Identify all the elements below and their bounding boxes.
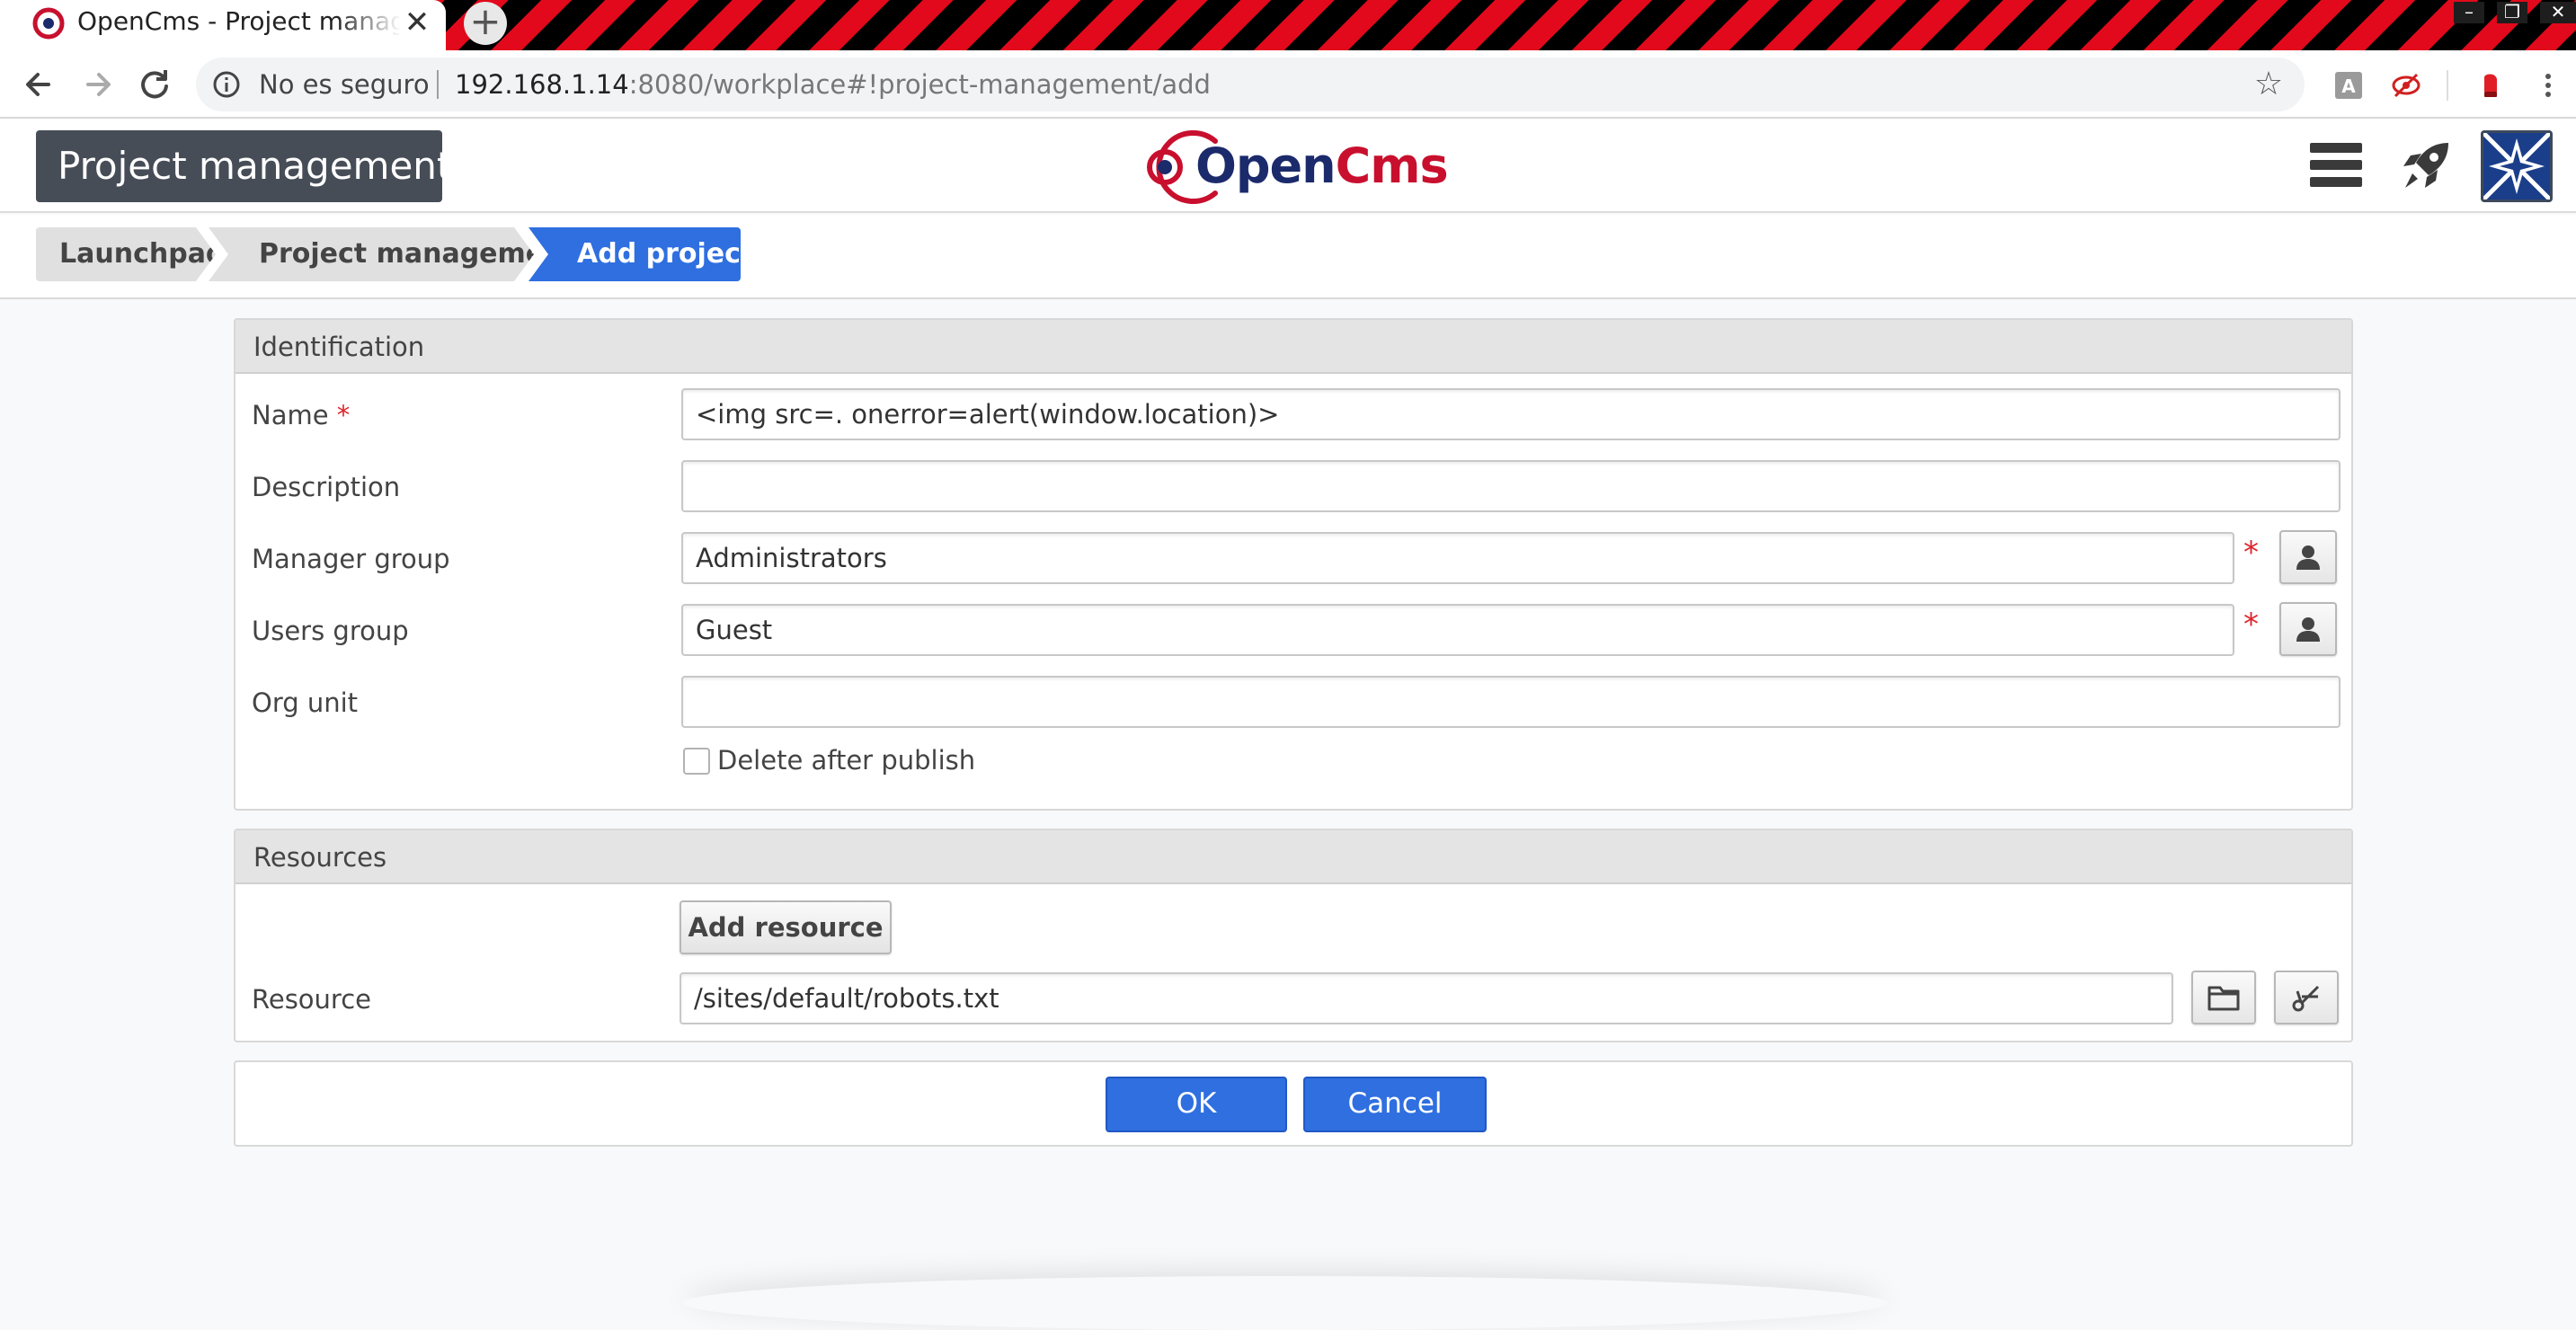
url-host: 192.168.1.14 xyxy=(455,69,629,100)
address-bar[interactable]: No es seguro 192.168.1.14:8080/workplace… xyxy=(196,58,2305,111)
opencms-favicon-icon xyxy=(32,7,65,40)
rocket-launchpad-icon[interactable] xyxy=(2396,137,2454,195)
breadcrumb-launchpad[interactable]: Launchpad xyxy=(36,227,216,281)
delete-after-publish-checkbox[interactable] xyxy=(683,748,710,775)
privacy-extension-icon[interactable] xyxy=(2391,70,2421,101)
bottom-shadow xyxy=(683,1276,1888,1330)
manager-group-input[interactable]: Administrators xyxy=(681,532,2234,584)
back-arrow-icon[interactable] xyxy=(16,63,59,106)
window-close-button[interactable]: ✕ xyxy=(2540,2,2576,23)
new-tab-button[interactable]: + xyxy=(464,2,507,45)
users-group-required-marker: * xyxy=(2243,607,2259,643)
app-title: Project management xyxy=(36,130,451,202)
omnibox-divider xyxy=(437,70,439,99)
ok-button[interactable]: OK xyxy=(1106,1077,1287,1132)
browser-toolbar: No es seguro 192.168.1.14:8080/workplace… xyxy=(0,50,2576,119)
svg-text:A: A xyxy=(2341,75,2356,97)
remove-resource-button[interactable] xyxy=(2274,971,2339,1024)
scissors-icon xyxy=(2292,985,2320,1012)
resource-path-input[interactable]: /sites/default/robots.txt xyxy=(680,972,2173,1024)
tab-close-icon[interactable]: ✕ xyxy=(401,7,433,40)
reload-icon[interactable] xyxy=(133,63,176,106)
resources-panel: Resources Add resource Resource /sites/d… xyxy=(234,829,2353,1042)
users-group-picker-button[interactable] xyxy=(2279,602,2337,656)
svg-text:OpenCms: OpenCms xyxy=(1195,137,1448,194)
url-text[interactable]: 192.168.1.14:8080/workplace#!project-man… xyxy=(455,66,1211,102)
breadcrumb: Launchpad Project management Add project xyxy=(0,215,2576,299)
identification-panel: Identification Name * <img src=. onerror… xyxy=(234,318,2353,811)
folder-icon xyxy=(2207,986,2240,1011)
users-group-label: Users group xyxy=(252,616,409,646)
manager-group-required-marker: * xyxy=(2243,535,2259,571)
user-icon xyxy=(2296,617,2320,642)
opencms-logo[interactable]: OpenCms xyxy=(1138,127,1452,208)
window-minimize-button[interactable]: – xyxy=(2454,2,2484,23)
name-input[interactable]: <img src=. onerror=alert(window.location… xyxy=(681,388,2341,440)
name-label-text: Name xyxy=(252,400,329,430)
info-icon[interactable] xyxy=(212,70,241,99)
browse-folder-button[interactable] xyxy=(2191,971,2256,1024)
tab-title: OpenCms - Project management xyxy=(77,6,401,36)
action-bar: OK Cancel xyxy=(234,1060,2353,1147)
resource-label: Resource xyxy=(252,984,371,1015)
resources-heading: Resources xyxy=(235,830,2351,884)
url-path: :8080/workplace#!project-management/add xyxy=(628,69,1211,100)
user-avatar-icon[interactable] xyxy=(2481,130,2553,202)
hamburger-menu-icon[interactable] xyxy=(2308,137,2364,193)
name-label: Name * xyxy=(252,397,350,433)
forward-arrow-icon[interactable] xyxy=(77,63,120,106)
description-label: Description xyxy=(252,472,401,502)
manager-group-label: Manager group xyxy=(252,544,450,574)
org-unit-label: Org unit xyxy=(252,687,359,718)
users-group-input[interactable]: Guest xyxy=(681,604,2234,656)
cancel-button[interactable]: Cancel xyxy=(1303,1077,1487,1132)
browser-menu-icon[interactable] xyxy=(2533,70,2563,101)
app-header: Project management OpenCms xyxy=(0,120,2576,213)
breadcrumb-project-management[interactable]: Project management xyxy=(209,227,534,281)
name-required-marker: * xyxy=(336,400,351,430)
window-restore-button[interactable]: ❐ xyxy=(2497,2,2527,23)
user-icon xyxy=(2296,545,2320,570)
description-input[interactable] xyxy=(681,460,2341,512)
delete-after-publish-label[interactable]: Delete after publish xyxy=(717,742,975,778)
browser-tab[interactable]: OpenCms - Project management ✕ xyxy=(0,0,446,50)
extension-divider xyxy=(2447,70,2448,101)
add-resource-button[interactable]: Add resource xyxy=(680,900,892,954)
security-status[interactable]: No es seguro xyxy=(259,66,430,102)
org-unit-input[interactable] xyxy=(681,676,2341,728)
identification-heading: Identification xyxy=(235,320,2351,374)
bookmark-star-icon[interactable]: ☆ xyxy=(2251,66,2287,102)
translate-extension-icon[interactable]: A xyxy=(2333,70,2364,101)
boxing-glove-extension-icon[interactable] xyxy=(2475,70,2506,101)
breadcrumb-add-project[interactable]: Add project xyxy=(529,227,741,281)
manager-group-picker-button[interactable] xyxy=(2279,530,2337,584)
